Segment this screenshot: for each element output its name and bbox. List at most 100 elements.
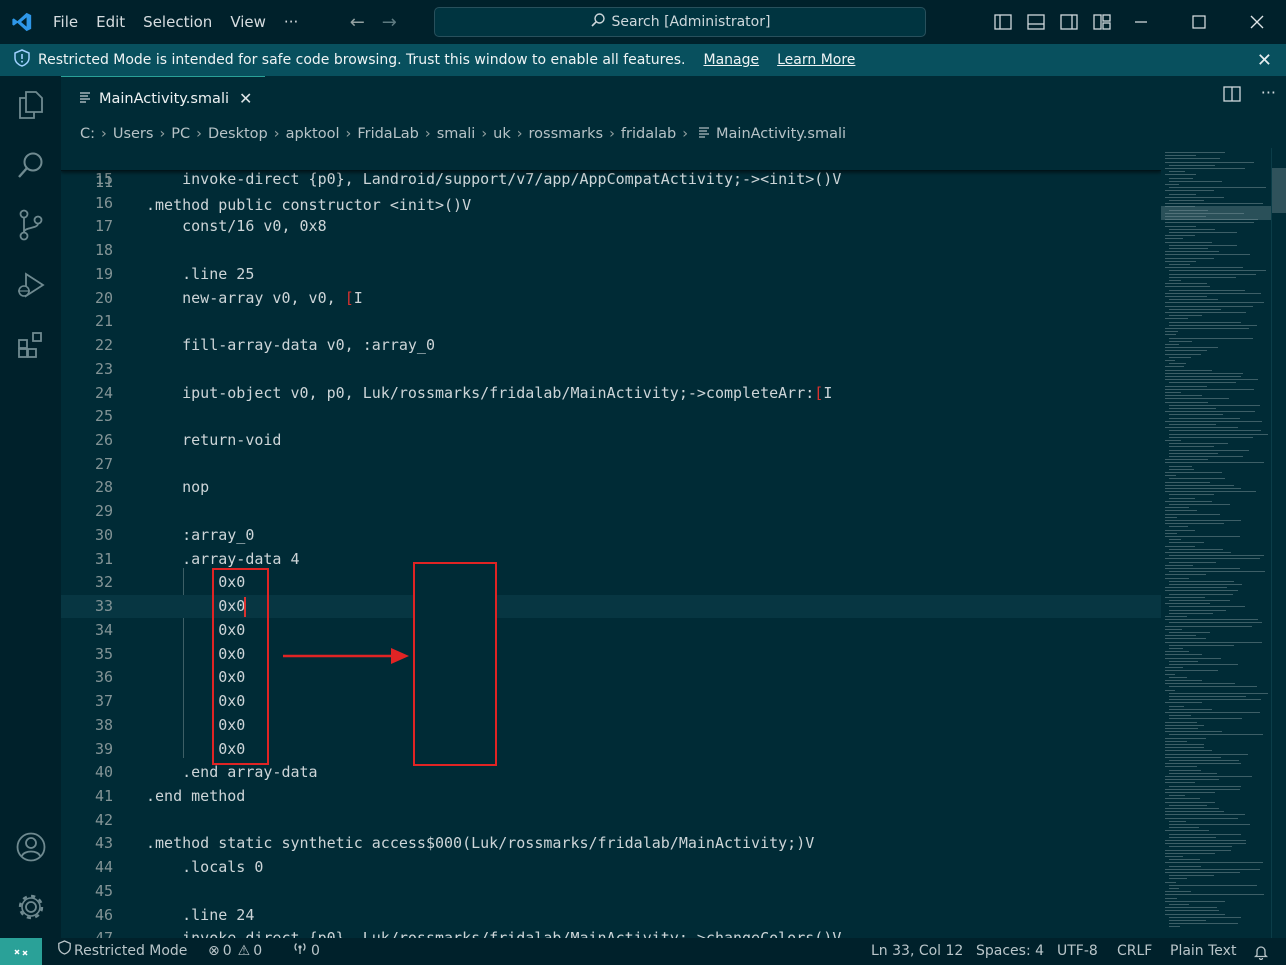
more-actions-icon[interactable]: ··· — [1261, 85, 1276, 106]
ports-status[interactable]: 0 — [292, 938, 320, 965]
minimap-line — [1165, 910, 1219, 912]
breadcrumb-item[interactable]: C: — [80, 126, 95, 142]
minimap-line — [1165, 257, 1214, 259]
code-line[interactable]: 46 .line 24 — [61, 904, 1161, 927]
learn-more-link[interactable]: Learn More — [777, 52, 855, 68]
minimap-line — [1165, 350, 1207, 352]
notifications-bell-icon[interactable] — [1254, 938, 1268, 965]
breadcrumb-item[interactable]: smali — [437, 126, 476, 142]
code-line[interactable]: 44 .locals 0 — [61, 856, 1161, 879]
minimap-line — [1165, 740, 1187, 742]
breadcrumb-item[interactable]: uk — [493, 126, 511, 142]
breadcrumb-item[interactable]: rossmarks — [529, 126, 604, 142]
menu-file[interactable]: File — [44, 0, 87, 44]
source-control-icon[interactable] — [0, 196, 61, 254]
code-line[interactable]: 24 iput-object v0, p0, Luk/rossmarks/fri… — [61, 382, 1161, 405]
minimap-line — [1165, 376, 1241, 377]
menu-selection[interactable]: Selection — [134, 0, 221, 44]
toggle-primary-sidebar-icon[interactable] — [986, 14, 1019, 30]
code-line[interactable]: 17 const/16 v0, 0x8 — [61, 215, 1161, 238]
close-tab-icon[interactable]: ✕ — [239, 89, 252, 108]
vertical-scrollbar[interactable] — [1271, 148, 1286, 938]
minimap-line — [1165, 782, 1195, 784]
code-line[interactable]: 42 — [61, 809, 1161, 832]
menu-more[interactable]: ··· — [275, 0, 307, 44]
code-line[interactable]: 41 .end method — [61, 785, 1161, 808]
code-line[interactable]: 28 nop — [61, 476, 1161, 499]
encoding-status[interactable]: UTF-8 — [1057, 938, 1098, 965]
code-line[interactable]: 43 .method static synthetic access$000(Lu… — [61, 832, 1161, 855]
split-editor-icon[interactable] — [1223, 86, 1241, 106]
code-line[interactable]: 25 — [61, 405, 1161, 428]
breadcrumb-item[interactable]: fridalab — [621, 126, 676, 142]
unmatched-bracket: [ — [814, 383, 824, 402]
title-bar: File Edit Selection View ··· ← → Search … — [0, 0, 1286, 44]
problems-status[interactable]: ⊗ 0 ⚠ 0 — [208, 938, 262, 965]
minimap-line — [1165, 379, 1258, 381]
command-center-search[interactable]: Search [Administrator] — [434, 7, 926, 37]
minimap[interactable] — [1161, 148, 1271, 938]
eol-status[interactable]: CRLF — [1117, 938, 1152, 965]
breadcrumb-item[interactable]: MainActivity.smali — [716, 126, 846, 142]
code-editor[interactable]: 15 invoke-direct {p0}, Landroid/support/… — [61, 148, 1161, 938]
scrollbar-thumb[interactable] — [1272, 168, 1286, 213]
code-line[interactable]: 27 — [61, 453, 1161, 476]
indentation-status[interactable]: Spaces: 4 — [976, 938, 1044, 965]
minimap-line — [1165, 568, 1240, 569]
menu-view[interactable]: View — [221, 0, 275, 44]
code-text: new-array v0, v0, [I — [146, 287, 363, 310]
minimap-viewport-slider[interactable] — [1161, 206, 1271, 220]
minimap-line — [1165, 792, 1215, 793]
menu-edit[interactable]: Edit — [87, 0, 134, 44]
code-line[interactable]: 30 :array_0 — [61, 524, 1161, 547]
settings-gear-icon[interactable] — [0, 878, 61, 936]
code-line[interactable]: 47 invoke-direct {p0}, Luk/rossmarks/fri… — [61, 927, 1161, 938]
breadcrumb-item[interactable]: apktool — [286, 126, 340, 142]
code-line[interactable]: 21 — [61, 310, 1161, 333]
breadcrumb-item[interactable]: PC — [171, 126, 190, 142]
line-number: 35 — [94, 644, 113, 663]
breadcrumb-item[interactable]: Desktop — [208, 126, 268, 142]
language-mode[interactable]: Plain Text — [1170, 938, 1236, 965]
code-line[interactable]: 45 — [61, 880, 1161, 903]
code-line[interactable]: 22 fill-array-data v0, :array_0 — [61, 334, 1161, 357]
sticky-scroll-line[interactable]: 11 .method public constructor <init>()V — [61, 148, 1161, 214]
minimize-icon[interactable] — [1112, 0, 1170, 44]
line-number: 46 — [94, 905, 113, 924]
minimap-line — [1165, 779, 1219, 781]
code-line[interactable]: 20 new-array v0, v0, [I — [61, 287, 1161, 310]
line-number: 25 — [94, 407, 113, 426]
manage-link[interactable]: Manage — [703, 52, 759, 68]
close-banner-icon[interactable]: ✕ — [1257, 50, 1272, 71]
minimap-line — [1165, 657, 1221, 659]
breadcrumb-item[interactable]: FridaLab — [357, 126, 419, 142]
accounts-icon[interactable] — [0, 818, 61, 876]
code-line[interactable]: 19 .line 25 — [61, 263, 1161, 286]
close-window-icon[interactable] — [1228, 0, 1286, 44]
search-view-icon[interactable] — [0, 136, 61, 194]
code-line[interactable]: 18 — [61, 239, 1161, 262]
code-line[interactable]: 26 return-void — [61, 429, 1161, 452]
cursor-position[interactable]: Ln 33, Col 12 — [871, 938, 963, 965]
run-debug-icon[interactable] — [0, 256, 61, 314]
remote-indicator-icon[interactable] — [0, 938, 42, 965]
code-line[interactable]: 29 — [61, 500, 1161, 523]
minimap-line — [1169, 571, 1265, 573]
extensions-icon[interactable] — [0, 316, 61, 374]
minimap-line — [1169, 772, 1217, 774]
toggle-secondary-sidebar-icon[interactable] — [1052, 14, 1085, 30]
minimap-line — [1169, 859, 1200, 861]
code-line[interactable]: 15 invoke-direct {p0}, Landroid/support/… — [61, 168, 1161, 191]
code-line[interactable]: 23 — [61, 358, 1161, 381]
forward-arrow-icon[interactable]: → — [373, 12, 405, 33]
explorer-icon[interactable] — [0, 76, 61, 134]
minimap-line — [1165, 267, 1243, 269]
minimap-line — [1165, 638, 1206, 640]
tab-mainactivity[interactable]: MainActivity.smali ✕ — [61, 76, 265, 120]
maximize-icon[interactable] — [1170, 0, 1228, 44]
back-arrow-icon[interactable]: ← — [341, 12, 373, 33]
file-lines-icon — [79, 91, 91, 107]
toggle-panel-icon[interactable] — [1019, 14, 1052, 30]
restricted-mode-status[interactable]: Restricted Mode — [58, 938, 187, 965]
breadcrumb-item[interactable]: Users — [113, 126, 154, 142]
